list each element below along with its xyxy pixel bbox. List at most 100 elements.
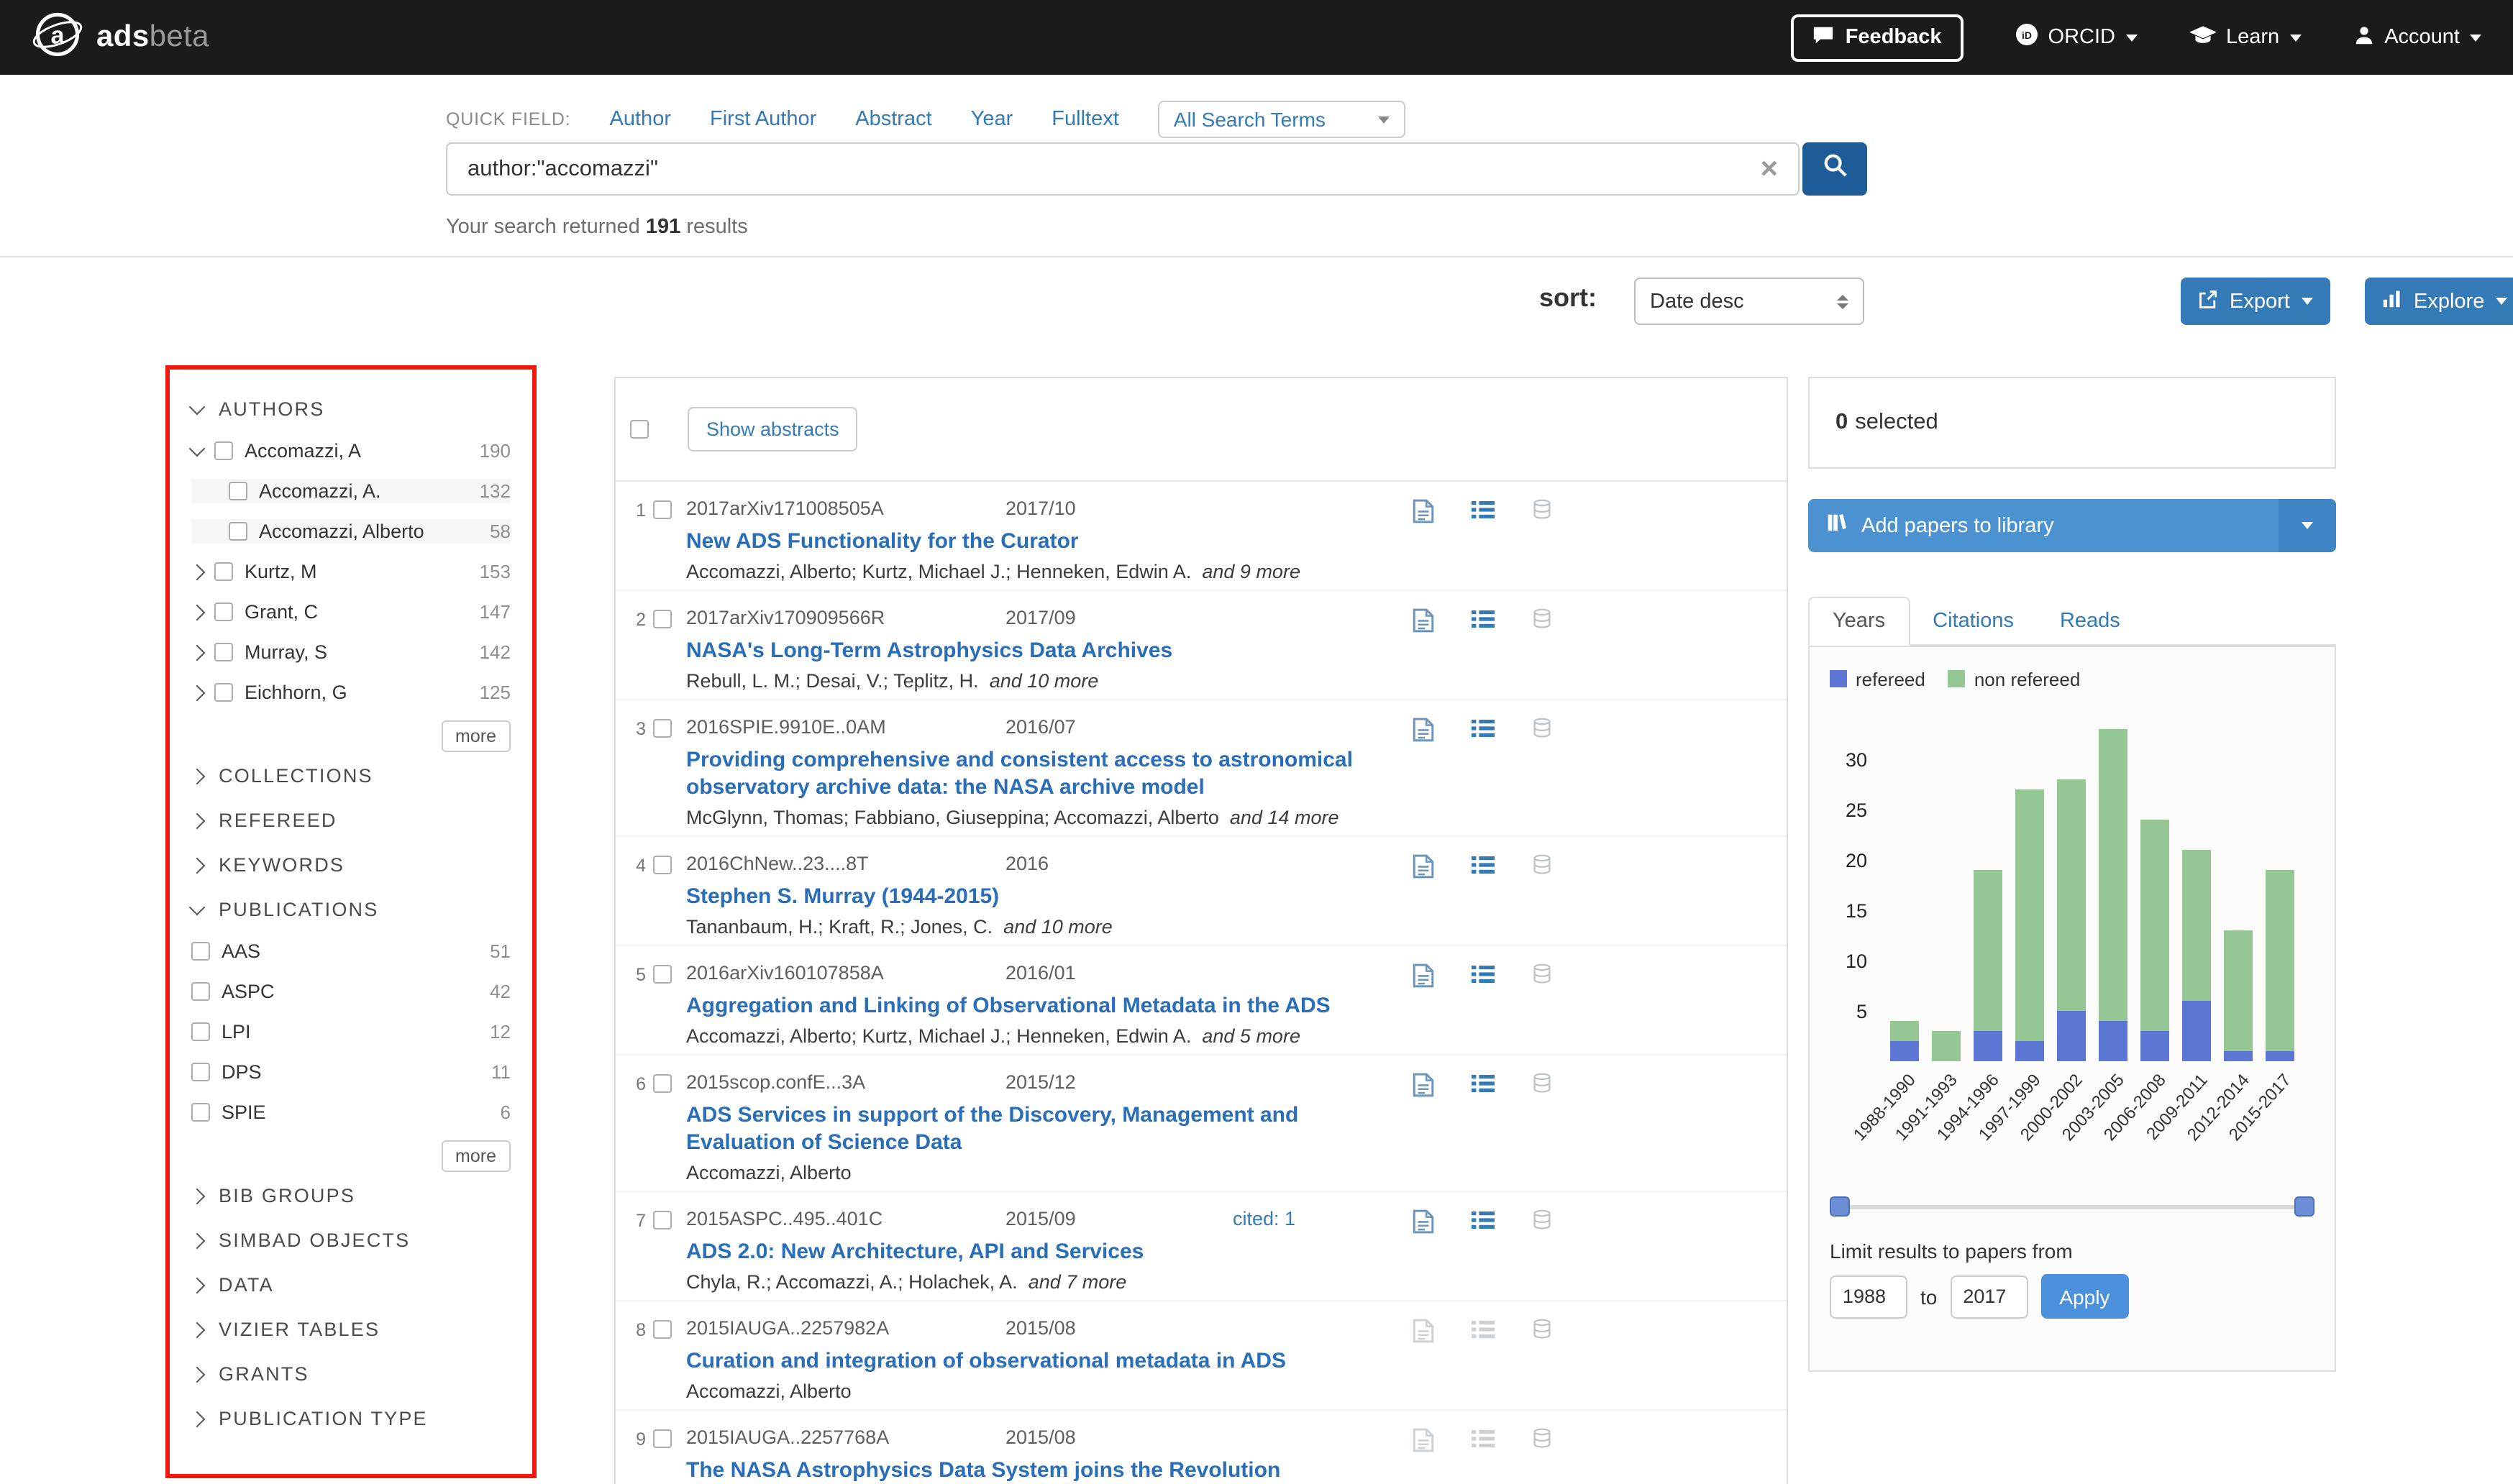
slider-track[interactable]	[1833, 1205, 2312, 1209]
add-papers-to-library-button[interactable]: Add papers to library	[1808, 499, 2336, 552]
result-title-link[interactable]: The NASA Astrophysics Data System joins …	[686, 1457, 1413, 1484]
facet-section-keywords[interactable]: KEYWORDS	[191, 853, 511, 877]
facet-author-item[interactable]: Grant, C147	[191, 600, 511, 624]
facet-section-publications[interactable]: PUBLICATIONS	[191, 897, 511, 922]
facet-author-item[interactable]: Kurtz, M153	[191, 559, 511, 584]
quick-field-author[interactable]: Author	[610, 108, 671, 131]
result-title-link[interactable]: ADS Services in support of the Discovery…	[686, 1101, 1413, 1156]
references-list-icon[interactable]	[1472, 499, 1495, 584]
fulltext-document-icon[interactable]	[1413, 499, 1434, 584]
facet-checkbox[interactable]	[214, 603, 233, 621]
facet-label[interactable]: Kurtz, M	[245, 561, 317, 582]
clear-search-icon[interactable]: ×	[1760, 154, 1778, 184]
references-list-icon[interactable]	[1472, 608, 1495, 693]
fulltext-document-icon[interactable]	[1413, 963, 1434, 1048]
facet-label[interactable]: LPI	[222, 1021, 251, 1043]
data-products-icon[interactable]	[1532, 718, 1552, 830]
fulltext-document-icon[interactable]	[1413, 1428, 1434, 1484]
facet-section-refereed[interactable]: REFEREED	[191, 808, 511, 833]
facet-checkbox[interactable]	[214, 683, 233, 702]
chevron-down-icon[interactable]	[189, 441, 206, 457]
library-dropdown-toggle[interactable]	[2279, 499, 2336, 552]
slider-handle-right[interactable]	[2294, 1196, 2314, 1217]
slider-handle-left[interactable]	[1830, 1196, 1850, 1217]
references-list-icon[interactable]	[1472, 718, 1495, 830]
data-products-icon[interactable]	[1532, 1073, 1552, 1185]
data-products-icon[interactable]	[1532, 499, 1552, 584]
facet-section-publication-type[interactable]: PUBLICATION TYPE	[191, 1406, 511, 1431]
export-button[interactable]: Export	[2181, 278, 2330, 325]
facet-author-item[interactable]: Murray, S142	[191, 640, 511, 664]
result-cited-link[interactable]: cited: 1	[1233, 1208, 1295, 1231]
result-checkbox[interactable]	[653, 1074, 672, 1093]
result-title-link[interactable]: ADS 2.0: New Architecture, API and Servi…	[686, 1238, 1413, 1265]
facet-section-grants[interactable]: GRANTS	[191, 1362, 511, 1386]
chevron-right-icon[interactable]	[189, 604, 206, 620]
quick-field-fulltext[interactable]: Fulltext	[1052, 108, 1119, 131]
facet-label[interactable]: SPIE	[222, 1101, 266, 1123]
references-list-icon[interactable]	[1472, 963, 1495, 1048]
facet-checkbox[interactable]	[191, 1063, 210, 1081]
learn-menu[interactable]: Learn	[2189, 25, 2301, 50]
result-title-link[interactable]: Curation and integration of observationa…	[686, 1347, 1413, 1375]
show-abstracts-button[interactable]: Show abstracts	[688, 407, 858, 452]
facet-section-vizier-tables[interactable]: VIZIER TABLES	[191, 1317, 511, 1342]
result-checkbox[interactable]	[653, 610, 672, 628]
tab-citations[interactable]: Citations	[1910, 598, 2037, 644]
search-input[interactable]: author:"accomazzi" ×	[446, 142, 1800, 196]
facet-publication-item[interactable]: AAS51	[191, 939, 511, 963]
authors-more-button[interactable]: more	[441, 720, 511, 752]
fulltext-document-icon[interactable]	[1413, 718, 1434, 830]
all-search-terms-dropdown[interactable]: All Search Terms	[1158, 101, 1405, 138]
facet-author-item[interactable]: Eichhorn, G125	[191, 680, 511, 705]
data-products-icon[interactable]	[1532, 963, 1552, 1048]
facet-checkbox[interactable]	[214, 441, 233, 460]
facet-checkbox[interactable]	[214, 643, 233, 661]
quick-field-year[interactable]: Year	[971, 108, 1013, 131]
tab-years[interactable]: Years	[1808, 597, 1910, 646]
explore-button[interactable]: Explore	[2365, 278, 2513, 325]
facet-label[interactable]: ASPC	[222, 981, 275, 1002]
publications-more-button[interactable]: more	[441, 1140, 511, 1172]
facet-checkbox[interactable]	[191, 1103, 210, 1122]
result-title-link[interactable]: NASA's Long-Term Astrophysics Data Archi…	[686, 637, 1413, 664]
quick-field-abstract[interactable]: Abstract	[855, 108, 931, 131]
fulltext-document-icon[interactable]	[1413, 854, 1434, 939]
data-products-icon[interactable]	[1532, 1209, 1552, 1294]
sort-select[interactable]: Date desc	[1634, 278, 1864, 325]
fulltext-document-icon[interactable]	[1413, 1319, 1434, 1403]
facet-label[interactable]: Accomazzi, A.	[259, 480, 381, 502]
facet-publication-item[interactable]: ASPC42	[191, 979, 511, 1004]
facet-label[interactable]: AAS	[222, 940, 260, 962]
data-products-icon[interactable]	[1532, 854, 1552, 939]
fulltext-document-icon[interactable]	[1413, 608, 1434, 693]
result-checkbox[interactable]	[653, 965, 672, 984]
chevron-right-icon[interactable]	[189, 684, 206, 701]
ads-logo[interactable]: a adsbeta	[32, 8, 209, 67]
result-title-link[interactable]: Aggregation and Linking of Observational…	[686, 992, 1413, 1020]
select-all-checkbox[interactable]	[630, 420, 649, 439]
facet-label[interactable]: DPS	[222, 1061, 262, 1083]
facet-checkbox[interactable]	[191, 982, 210, 1001]
search-button[interactable]	[1802, 142, 1867, 196]
data-products-icon[interactable]	[1532, 1319, 1552, 1403]
facet-section-authors[interactable]: AUTHORS	[191, 397, 511, 421]
result-title-link[interactable]: Providing comprehensive and consistent a…	[686, 746, 1413, 801]
result-checkbox[interactable]	[653, 1429, 672, 1448]
quick-field-first-author[interactable]: First Author	[710, 108, 816, 131]
facet-author-parent[interactable]: Accomazzi, A 190	[191, 439, 511, 463]
facet-label[interactable]: Accomazzi, Alberto	[259, 521, 424, 542]
result-title-link[interactable]: New ADS Functionality for the Curator	[686, 528, 1413, 555]
orcid-menu[interactable]: iD ORCID	[2015, 23, 2137, 52]
result-title-link[interactable]: Stephen S. Murray (1944-2015)	[686, 883, 1413, 910]
result-checkbox[interactable]	[653, 1211, 672, 1229]
facet-author-child[interactable]: Accomazzi, Alberto58	[191, 519, 511, 544]
references-list-icon[interactable]	[1472, 1428, 1495, 1484]
facet-label[interactable]: Grant, C	[245, 601, 318, 623]
account-menu[interactable]: Account	[2353, 24, 2481, 51]
year-from-input[interactable]: 1988	[1830, 1275, 1907, 1318]
references-list-icon[interactable]	[1472, 1073, 1495, 1185]
facet-section-bib-groups[interactable]: BIB GROUPS	[191, 1183, 511, 1208]
facet-checkbox[interactable]	[191, 1022, 210, 1041]
result-checkbox[interactable]	[653, 719, 672, 738]
